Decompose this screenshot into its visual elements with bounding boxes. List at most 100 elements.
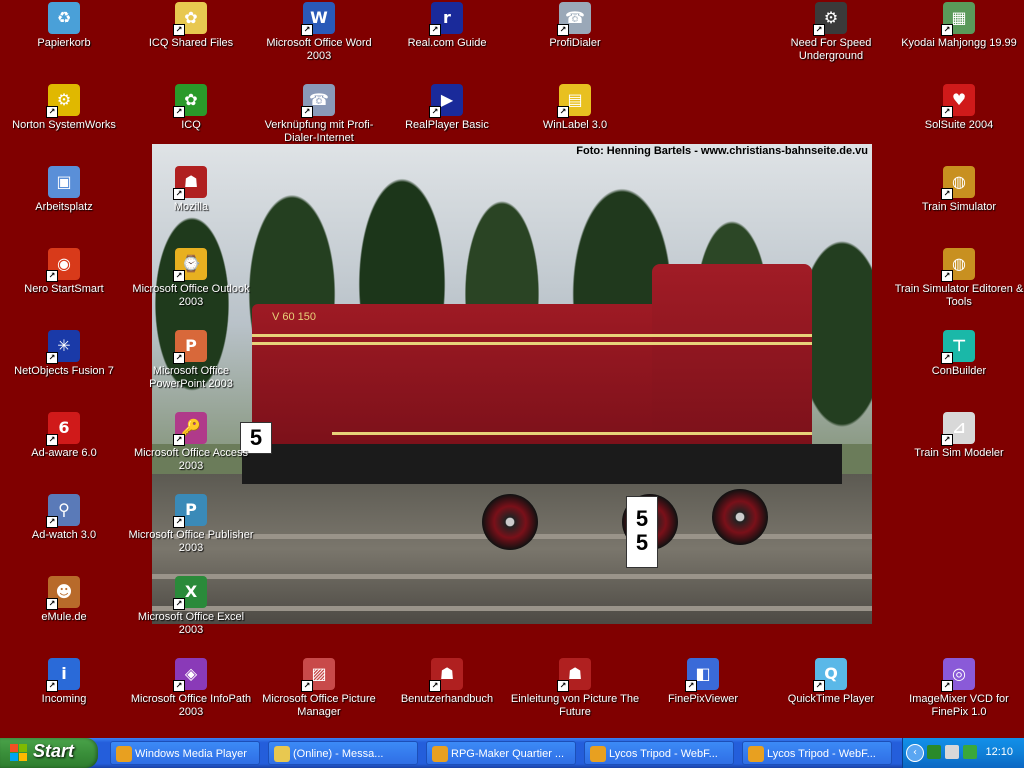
clock[interactable]: 12:10: [985, 746, 1013, 758]
real-guide-icon: r ↗: [429, 2, 463, 36]
mahjongg-icon: ▦ ↗: [941, 2, 975, 36]
desktop-shortcut[interactable]: ◈ ↗ Microsoft Office InfoPath 2003: [124, 656, 258, 730]
taskbar: Start Windows Media Player (Online) - Mes…: [0, 738, 1024, 768]
task-app-icon: [116, 746, 132, 762]
task-lycos-tripod-2[interactable]: Lycos Tripod - WebF...: [742, 741, 892, 765]
train-simulator-icon: ◍ ↗: [941, 166, 975, 200]
desktop-shortcut[interactable]: Q ↗ QuickTime Player: [764, 656, 898, 730]
tray-nvidia-icon[interactable]: [963, 745, 977, 759]
finepix-viewer-icon: ◧ ↗: [685, 658, 719, 692]
tray-network-icon[interactable]: [927, 745, 941, 759]
desktop-shortcut[interactable]: ◉ ↗ Nero StartSmart: [0, 246, 131, 320]
desktop-shortcut[interactable]: ◎ ↗ ImageMixer VCD for FinePix 1.0: [892, 656, 1024, 730]
desktop-shortcut[interactable]: ⚲ ↗ Ad-watch 3.0: [0, 492, 131, 566]
desktop-shortcut[interactable]: ▨ ↗ Microsoft Office Picture Manager: [252, 656, 386, 730]
netobjects-icon: ✳ ↗: [46, 330, 80, 364]
shortcut-arrow-icon: ↗: [429, 680, 441, 692]
desktop-shortcut[interactable]: ◍ ↗ Train Simulator: [892, 164, 1024, 238]
desktop-shortcut[interactable]: ▦ ↗ Kyodai Mahjongg 19.99: [892, 0, 1024, 74]
norton-icon: ⚙ ↗: [46, 84, 80, 118]
shortcut-arrow-icon: ↗: [173, 598, 185, 610]
imagemixer-icon: ◎ ↗: [941, 658, 975, 692]
publisher-icon: P ↗: [173, 494, 207, 528]
tray-printer-icon[interactable]: [945, 745, 959, 759]
desktop-shortcut[interactable]: P ↗ Microsoft Office PowerPoint 2003: [124, 328, 258, 402]
desktop-shortcut[interactable]: i ↗ Incoming: [0, 656, 131, 730]
profi-dialer-internet-icon: ☎ ↗: [301, 84, 335, 118]
task-messenger[interactable]: (Online) - Messa...: [268, 741, 418, 765]
desktop-shortcut[interactable]: ▤ ↗ WinLabel 3.0: [508, 82, 642, 156]
desktop-shortcut[interactable]: ✳ ↗ NetObjects Fusion 7: [0, 328, 131, 402]
desktop-shortcut[interactable]: ♥ ↗ SolSuite 2004: [892, 82, 1024, 156]
task-app-icon: [590, 746, 606, 762]
desktop-shortcut[interactable]: P ↗ Microsoft Office Publisher 2003: [124, 492, 258, 566]
windows-flag-icon: [10, 744, 28, 762]
desktop-shortcut[interactable]: ⊤ ↗ ConBuilder: [892, 328, 1024, 402]
desktop-shortcut-label: Real.com Guide: [407, 37, 487, 49]
picture-the-future-icon: ☗ ↗: [557, 658, 591, 692]
desktop-shortcut-label: Verknüpfung mit Profi-Dialer-Internet: [264, 119, 374, 144]
desktop-shortcut-label: eMule.de: [41, 611, 87, 623]
shortcut-arrow-icon: ↗: [941, 270, 953, 282]
desktop-shortcut-label: Microsoft Office PowerPoint 2003: [149, 365, 233, 390]
desktop-shortcut[interactable]: ⌚ ↗ Microsoft Office Outlook 2003: [124, 246, 258, 320]
desktop-shortcut[interactable]: ✿ ↗ ICQ Shared Files: [124, 0, 258, 74]
infopath-icon: ◈ ↗: [173, 658, 207, 692]
shortcut-arrow-icon: ↗: [813, 680, 825, 692]
desktop-shortcut[interactable]: W ↗ Microsoft Office Word 2003: [252, 0, 386, 74]
desktop-shortcut[interactable]: ◍ ↗ Train Simulator Editoren & Tools: [892, 246, 1024, 320]
desktop-shortcut[interactable]: ⚙ ↗ Norton SystemWorks: [0, 82, 131, 156]
shortcut-arrow-icon: ↗: [46, 106, 58, 118]
desktop-shortcut-label: Train Simulator: [921, 201, 997, 213]
show-hidden-icons-button[interactable]: ‹: [906, 744, 924, 762]
desktop-shortcut[interactable]: ☎ ↗ ProfiDialer: [508, 0, 642, 74]
desktop-shortcut[interactable]: ◧ ↗ FinePixViewer: [636, 656, 770, 730]
desktop-shortcut[interactable]: ⚙ ↗ Need For Speed Underground: [764, 0, 898, 74]
desktop-shortcut[interactable]: ✿ ↗ ICQ: [124, 82, 258, 156]
emule-icon: ☻ ↗: [46, 576, 80, 610]
mozilla-icon: ☗ ↗: [173, 166, 207, 200]
desktop-shortcut[interactable]: ☻ ↗ eMule.de: [0, 574, 131, 648]
shortcut-arrow-icon: ↗: [941, 434, 953, 446]
desktop-shortcut[interactable]: ⊿ ↗ Train Sim Modeler: [892, 410, 1024, 484]
desktop-shortcut[interactable]: ▶ ↗ RealPlayer Basic: [380, 82, 514, 156]
desktop-shortcut[interactable]: 🔑 ↗ Microsoft Office Access 2003: [124, 410, 258, 484]
shortcut-arrow-icon: ↗: [173, 24, 185, 36]
desktop-shortcut-label: Einleitung von Picture The Future: [510, 693, 640, 718]
shortcut-arrow-icon: ↗: [685, 680, 697, 692]
task-label: Lycos Tripod - WebF...: [609, 748, 718, 760]
desktop-shortcut-label: RealPlayer Basic: [405, 119, 489, 131]
task-rpg-maker[interactable]: RPG-Maker Quartier ...: [426, 741, 576, 765]
desktop-shortcut[interactable]: ☎ ↗ Verknüpfung mit Profi-Dialer-Internet: [252, 82, 386, 156]
start-button[interactable]: Start: [0, 738, 98, 768]
my-computer-icon: ▣: [48, 166, 80, 198]
excel-icon: X ↗: [173, 576, 207, 610]
desktop-shortcut[interactable]: ☗ ↗ Mozilla: [124, 164, 258, 238]
desktop-shortcut[interactable]: r ↗ Real.com Guide: [380, 0, 514, 74]
desktop-shortcut-label: ICQ: [181, 119, 201, 131]
task-windows-media-player[interactable]: Windows Media Player: [110, 741, 260, 765]
desktop-shortcut-label: Microsoft Office Picture Manager: [262, 693, 376, 718]
desktop-shortcut[interactable]: 6 ↗ Ad-aware 6.0: [0, 410, 131, 484]
train-simulator-tools-icon: ◍ ↗: [941, 248, 975, 282]
desktop-shortcut-label: Nero StartSmart: [24, 283, 104, 295]
desktop-shortcut-label: Papierkorb: [37, 37, 91, 49]
user-manual-icon: ☗ ↗: [429, 658, 463, 692]
desktop-shortcut[interactable]: ▣ Arbeitsplatz: [0, 164, 131, 238]
desktop-shortcut[interactable]: ☗ ↗ Benutzerhandbuch: [380, 656, 514, 730]
locomotive-stripe: [252, 334, 812, 337]
desktop-shortcut[interactable]: X ↗ Microsoft Office Excel 2003: [124, 574, 258, 648]
shortcut-arrow-icon: ↗: [46, 352, 58, 364]
task-label: RPG-Maker Quartier ...: [451, 748, 565, 760]
desktop-shortcut-label: Norton SystemWorks: [12, 119, 116, 131]
shortcut-arrow-icon: ↗: [941, 352, 953, 364]
desktop-shortcut[interactable]: ♻ Papierkorb: [0, 0, 131, 74]
desktop-shortcut-label: Ad-watch 3.0: [31, 529, 97, 541]
task-lycos-tripod-1[interactable]: Lycos Tripod - WebF...: [584, 741, 734, 765]
shortcut-arrow-icon: ↗: [173, 680, 185, 692]
task-app-icon: [274, 746, 290, 762]
desktop-shortcut-label: Kyodai Mahjongg 19.99: [901, 37, 1017, 49]
wallpaper-rail: [152, 606, 872, 611]
desktop-shortcut[interactable]: ☗ ↗ Einleitung von Picture The Future: [508, 656, 642, 730]
shortcut-arrow-icon: ↗: [173, 188, 185, 200]
